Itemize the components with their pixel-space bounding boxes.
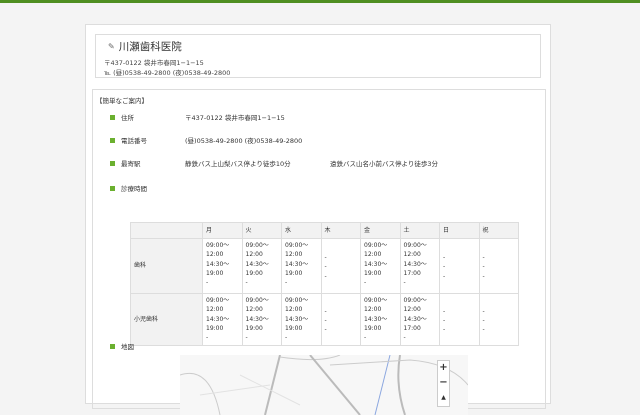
hours-cell: 09:00〜 12:00 14:30〜 19:00 - bbox=[360, 293, 401, 346]
bullet-icon bbox=[110, 160, 115, 166]
hours-cell: - - - bbox=[320, 238, 361, 294]
day-header: 木 bbox=[320, 222, 361, 239]
hours-cell: 09:00〜 12:00 14:30〜 19:00 - bbox=[202, 293, 243, 346]
schedule-table: 月火水木金土日祝 歯科 09:00〜 12:00 14:30〜 19:00 -09… bbox=[130, 222, 519, 346]
hours-cell: 09:00〜 12:00 14:30〜 19:00 - bbox=[281, 238, 322, 294]
info-label: 診療時間 bbox=[121, 185, 147, 193]
info-value: 〒437-0122 袋井市春岡1−1−15 bbox=[185, 114, 285, 122]
clinic-name: 川瀬歯科医院 bbox=[118, 41, 182, 53]
day-header: 金 bbox=[360, 222, 401, 239]
info-row-address: 住所 〒437-0122 袋井市春岡1−1−15 bbox=[110, 112, 285, 122]
info-value: (昼)0538-49-2800 (夜)0538-49-2800 bbox=[185, 137, 303, 145]
map-view[interactable] bbox=[180, 355, 468, 415]
hours-cell: 09:00〜 12:00 14:30〜 17:00 - bbox=[399, 238, 440, 294]
day-header: 月 bbox=[202, 222, 243, 239]
bullet-icon bbox=[110, 343, 115, 349]
phone-icon: ℡ bbox=[104, 69, 114, 77]
section-title: 【簡単なご案内】 bbox=[96, 97, 148, 105]
zoom-out-button[interactable]: − bbox=[438, 376, 449, 391]
day-header: 水 bbox=[281, 222, 322, 239]
north-button[interactable]: ▲ bbox=[438, 391, 449, 406]
info-label: 住所 bbox=[121, 114, 134, 122]
hours-cell: - - - bbox=[478, 238, 519, 294]
info-value-2: 遠鉄バス山名小前バス停より徒歩3分 bbox=[330, 160, 439, 168]
schedule-row: 小児歯科 09:00〜 12:00 14:30〜 19:00 -09:00〜 12… bbox=[130, 293, 519, 346]
info-row-hours: 診療時間 bbox=[110, 183, 185, 193]
schedule-corner bbox=[130, 222, 203, 239]
bullet-icon bbox=[110, 137, 115, 143]
content-page: ✎ 川瀬歯科医院 〒437-0122 袋井市春岡1−1−15 ℡ (昼)0538-… bbox=[85, 24, 551, 415]
info-row-map: 地図 bbox=[110, 341, 134, 351]
clinic-header: ✎ 川瀬歯科医院 〒437-0122 袋井市春岡1−1−15 ℡ (昼)0538-… bbox=[95, 34, 541, 78]
hours-cell: 09:00〜 12:00 14:30〜 19:00 - bbox=[202, 238, 243, 294]
zoom-in-button[interactable]: + bbox=[438, 361, 449, 376]
clinic-title: ✎ 川瀬歯科医院 bbox=[108, 39, 182, 54]
hours-cell: - - - bbox=[439, 238, 480, 294]
department-name: 歯科 bbox=[130, 238, 203, 294]
hours-cell: 09:00〜 12:00 14:30〜 19:00 - bbox=[241, 238, 282, 294]
info-value: 静鉄バス上山梨バス停より徒歩10分 bbox=[185, 160, 291, 168]
hours-cell: - - - bbox=[439, 293, 480, 346]
info-label: 最寄駅 bbox=[121, 160, 141, 168]
header-address: 〒437-0122 袋井市春岡1−1−15 bbox=[104, 59, 204, 67]
department-name: 小児歯科 bbox=[130, 293, 203, 346]
hours-cell: 09:00〜 12:00 14:30〜 19:00 - bbox=[241, 293, 282, 346]
info-label: 電話番号 bbox=[121, 137, 147, 145]
hours-cell: 09:00〜 12:00 14:30〜 19:00 - bbox=[281, 293, 322, 346]
day-header: 日 bbox=[439, 222, 480, 239]
hours-cell: 09:00〜 12:00 14:30〜 17:00 - bbox=[399, 293, 440, 346]
header-phone-text: (昼)0538-49-2800 (夜)0538-49-2800 bbox=[113, 69, 231, 77]
map-label: 地図 bbox=[121, 343, 134, 351]
info-row-station: 最寄駅 静鉄バス上山梨バス停より徒歩10分 遠鉄バス山名小前バス停より徒歩3分 bbox=[110, 158, 438, 168]
hours-cell: - - - bbox=[320, 293, 361, 346]
bullet-icon bbox=[110, 114, 115, 120]
bullet-icon bbox=[110, 185, 115, 191]
day-header: 火 bbox=[241, 222, 282, 239]
day-header: 祝 bbox=[478, 222, 519, 239]
day-header: 土 bbox=[399, 222, 440, 239]
info-row-phone: 電話番号 (昼)0538-49-2800 (夜)0538-49-2800 bbox=[110, 135, 302, 145]
hours-cell: - - - bbox=[478, 293, 519, 346]
header-phone: ℡ (昼)0538-49-2800 (夜)0538-49-2800 bbox=[104, 67, 230, 77]
schedule-row: 歯科 09:00〜 12:00 14:30〜 19:00 -09:00〜 12:0… bbox=[130, 238, 519, 294]
info-box: 【簡単なご案内】 住所 〒437-0122 袋井市春岡1−1−15 電話番号 (昼)… bbox=[92, 89, 546, 415]
pencil-icon: ✎ bbox=[108, 42, 115, 51]
top-accent-bar bbox=[0, 0, 640, 3]
map-roads bbox=[180, 355, 468, 415]
hours-cell: 09:00〜 12:00 14:30〜 19:00 - bbox=[360, 238, 401, 294]
